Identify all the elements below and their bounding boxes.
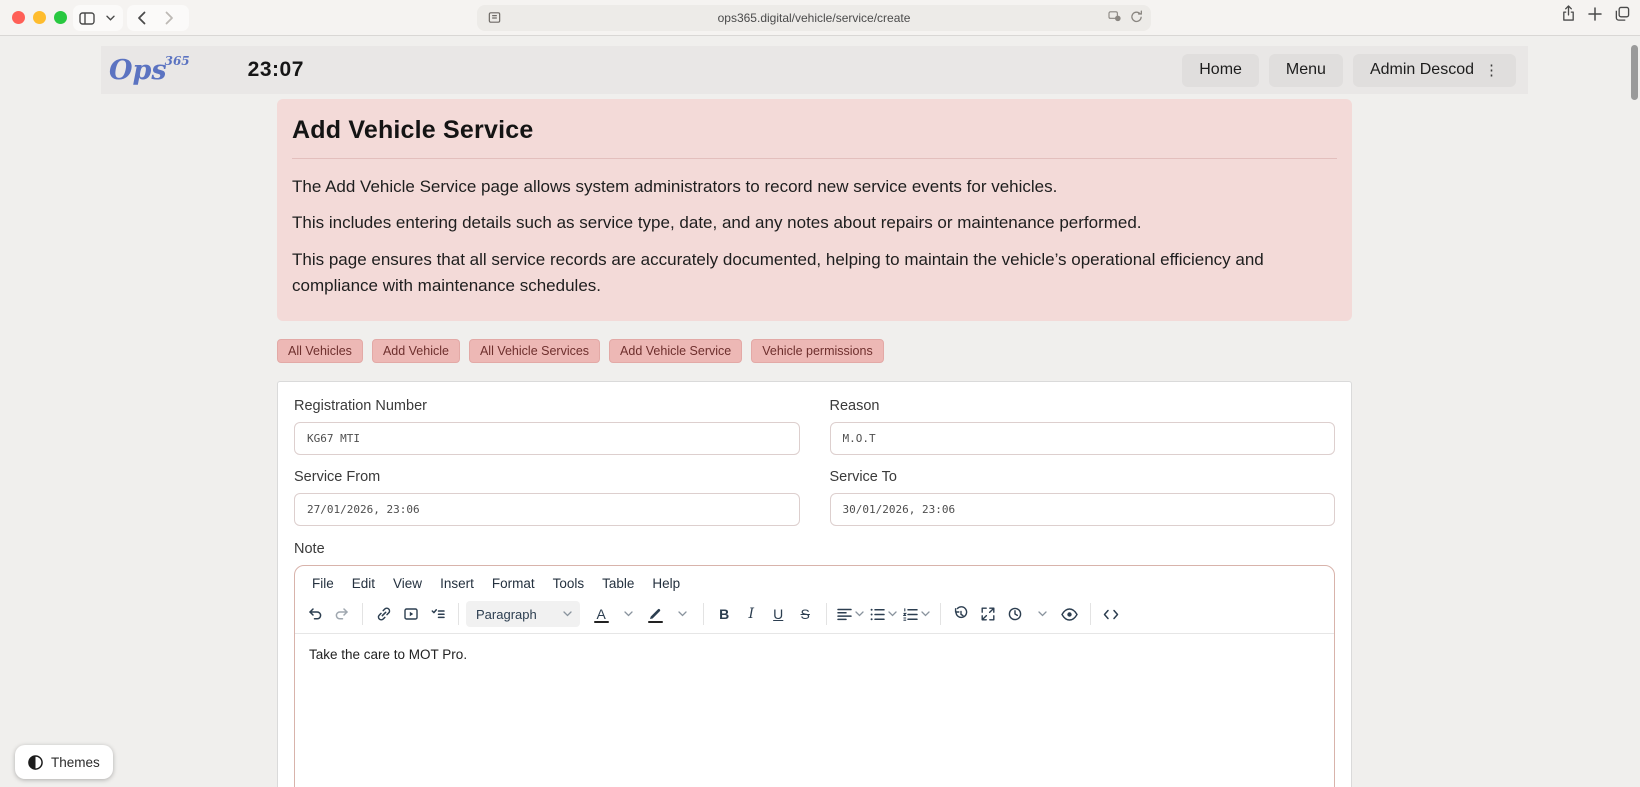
site-settings-icon[interactable]: [487, 10, 502, 25]
page-content: Add Vehicle Service The Add Vehicle Serv…: [277, 99, 1352, 787]
menu-table[interactable]: Table: [593, 572, 643, 595]
tab-vehicle-permissions[interactable]: Vehicle permissions: [751, 339, 884, 364]
service-from-label: Service From: [294, 469, 381, 486]
tab-add-vehicle-service[interactable]: Add Vehicle Service: [609, 339, 743, 364]
url-text[interactable]: ops365.digital/vehicle/service/create: [477, 11, 1151, 25]
close-window-button[interactable]: [12, 11, 25, 24]
checklist-icon[interactable]: [424, 601, 451, 627]
history-nav-group: [127, 5, 189, 31]
back-icon[interactable]: [127, 5, 155, 31]
chevron-down-icon: [563, 611, 572, 617]
tab-add-vehicle[interactable]: Add Vehicle: [371, 339, 460, 364]
menu-format[interactable]: Format: [483, 572, 544, 595]
sidebar-toggle-icon[interactable]: [73, 5, 101, 31]
bold-icon[interactable]: B: [711, 601, 738, 627]
paragraph-format-select[interactable]: Paragraph: [466, 601, 580, 628]
menu-insert[interactable]: Insert: [431, 572, 483, 595]
window-controls: [12, 11, 67, 24]
intro-divider: [292, 158, 1337, 159]
service-to-input[interactable]: [829, 493, 1335, 527]
chevron-down-icon[interactable]: [669, 601, 696, 627]
theme-contrast-icon: [28, 754, 43, 770]
menu-tools[interactable]: Tools: [544, 572, 594, 595]
intro-paragraph: The Add Vehicle Service page allows syst…: [292, 177, 1058, 196]
reason-input[interactable]: [829, 422, 1335, 456]
forward-icon[interactable]: [155, 5, 183, 31]
page-intro-panel: Add Vehicle Service The Add Vehicle Serv…: [277, 99, 1352, 322]
insert-datetime-icon[interactable]: [1002, 601, 1029, 627]
window-scrollbar[interactable]: [1631, 45, 1638, 100]
preview-icon[interactable]: [1056, 601, 1083, 627]
italic-icon[interactable]: I: [738, 601, 765, 627]
menu-view[interactable]: View: [384, 572, 431, 595]
chevron-down-icon[interactable]: [101, 5, 119, 31]
themes-button[interactable]: Themes: [15, 745, 113, 779]
header-nav: Home Menu Admin Descod ⋮: [1182, 53, 1516, 87]
menu-button[interactable]: Menu: [1268, 53, 1343, 87]
tab-all-vehicle-services[interactable]: All Vehicle Services: [468, 339, 601, 364]
service-from-input[interactable]: [294, 493, 800, 527]
themes-label: Themes: [51, 754, 100, 770]
new-tab-icon[interactable]: [1588, 6, 1602, 21]
reload-icon[interactable]: [1130, 10, 1143, 24]
intro-paragraph: This page ensures that all service recor…: [292, 249, 1264, 296]
header-clock: 23:07: [247, 58, 304, 81]
share-icon[interactable]: [1561, 5, 1576, 22]
kebab-icon[interactable]: ⋮: [1484, 61, 1499, 79]
chevron-down-icon[interactable]: [615, 601, 642, 627]
registration-number-label: Registration Number: [294, 398, 427, 415]
bullet-list-icon[interactable]: [867, 601, 900, 627]
editor-toolbar: Paragraph A B I U S: [295, 597, 1334, 635]
ops365-logo[interactable]: Ops365: [109, 55, 192, 84]
text-color-icon[interactable]: A: [588, 601, 615, 627]
fullscreen-icon[interactable]: [975, 601, 1002, 627]
menu-file[interactable]: File: [303, 572, 343, 595]
source-code-icon[interactable]: [1098, 601, 1125, 627]
page-title: Add Vehicle Service: [292, 116, 534, 144]
note-editor-content[interactable]: Take the care to MOT Pro.: [295, 634, 1334, 675]
vehicle-nav-tabs: All Vehicles Add Vehicle All Vehicle Ser…: [277, 339, 1352, 364]
home-button[interactable]: Home: [1182, 53, 1259, 87]
admin-user-button[interactable]: Admin Descod ⋮: [1352, 53, 1516, 87]
service-to-label: Service To: [829, 469, 897, 486]
media-icon[interactable]: [397, 601, 424, 627]
rich-text-editor: File Edit View Insert Format Tools Table…: [294, 565, 1335, 787]
redo-icon[interactable]: [328, 601, 355, 627]
underline-icon[interactable]: U: [765, 601, 792, 627]
address-bar[interactable]: ops365.digital/vehicle/service/create: [477, 5, 1151, 31]
service-from-field: Service From: [294, 469, 800, 527]
intro-paragraph: This includes entering details such as s…: [292, 213, 1142, 233]
note-label: Note: [294, 541, 325, 558]
tab-overview-icon[interactable]: [1614, 6, 1630, 22]
menu-edit[interactable]: Edit: [343, 572, 384, 595]
editor-menubar: File Edit View Insert Format Tools Table…: [295, 566, 1334, 597]
browser-toolbar: ops365.digital/vehicle/service/create: [0, 0, 1640, 36]
service-to-field: Service To: [829, 469, 1335, 527]
extension-badge-icon[interactable]: [1108, 10, 1123, 24]
link-icon[interactable]: [370, 601, 397, 627]
reason-field: Reason: [829, 398, 1335, 456]
zoom-window-button[interactable]: [54, 11, 67, 24]
tab-all-vehicles[interactable]: All Vehicles: [277, 339, 363, 364]
registration-number-input[interactable]: [294, 422, 800, 456]
reason-label: Reason: [829, 398, 880, 415]
note-text[interactable]: Take the care to MOT Pro.: [309, 647, 1320, 662]
site-header: Ops365 23:07 Home Menu Admin Descod ⋮: [101, 46, 1528, 94]
service-form-card: Registration Number Reason Service From …: [277, 381, 1352, 787]
undo-icon[interactable]: [301, 601, 328, 627]
chevron-down-icon[interactable]: [1029, 601, 1056, 627]
sidebar-group: [73, 5, 123, 31]
strikethrough-icon[interactable]: S: [792, 601, 819, 627]
restore-draft-icon[interactable]: [948, 601, 975, 627]
minimize-window-button[interactable]: [33, 11, 46, 24]
align-left-icon[interactable]: [834, 601, 867, 627]
highlight-color-icon[interactable]: [642, 601, 669, 627]
numbered-list-icon[interactable]: [900, 601, 933, 627]
menu-help[interactable]: Help: [643, 572, 689, 595]
registration-number-field: Registration Number: [294, 398, 800, 456]
